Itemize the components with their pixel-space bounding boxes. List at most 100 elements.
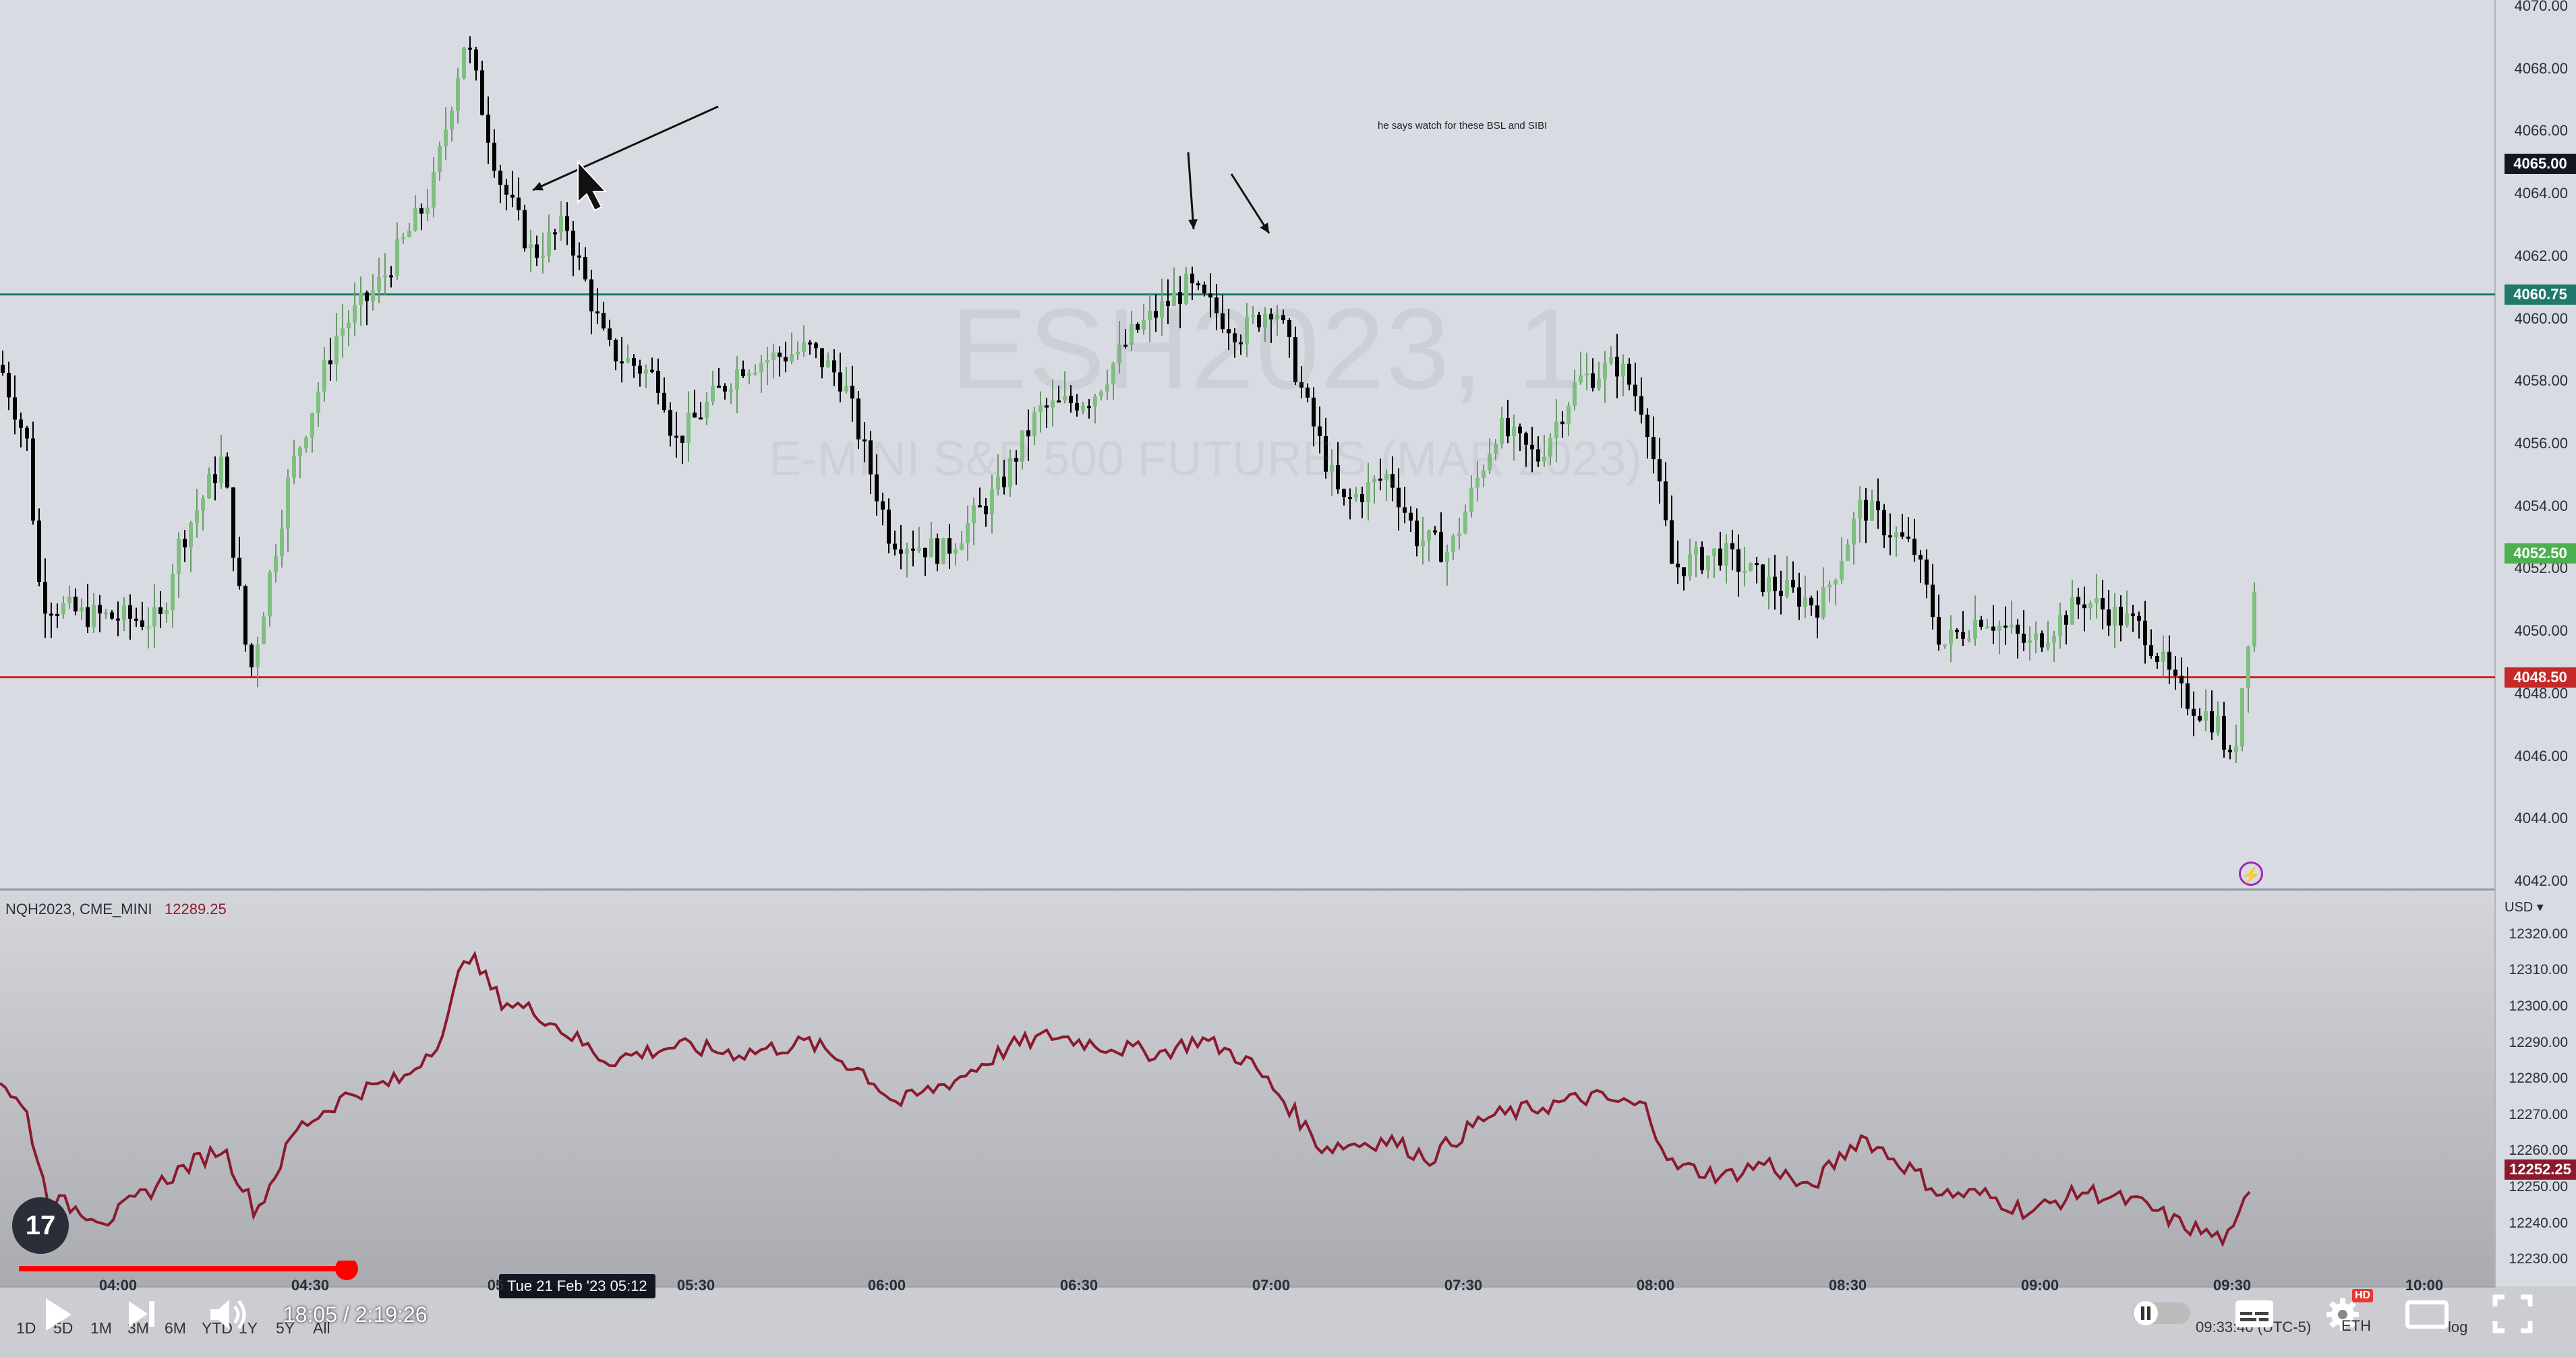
candle-body <box>1773 576 1777 591</box>
candle-body <box>1906 537 1910 539</box>
candle-body <box>1469 487 1473 512</box>
candle-body <box>2222 716 2226 750</box>
candle-body <box>2107 609 2111 626</box>
candle-body <box>899 549 903 554</box>
price-chart[interactable] <box>0 0 2576 1357</box>
price-axis-label: 4044.00 <box>2514 810 2568 827</box>
candle-body <box>1730 543 1734 549</box>
candle-body <box>213 474 217 483</box>
candle-body <box>541 255 545 258</box>
candle-body <box>523 210 527 249</box>
candle-body <box>608 328 612 340</box>
candle-body <box>219 456 223 483</box>
chart-stage[interactable]: ESH2023, 1 E-MINI S&P 500 FUTURES (MAR 2… <box>0 0 2576 1357</box>
candle-body <box>990 489 994 514</box>
candle-body <box>559 216 563 233</box>
candle-body <box>1451 536 1455 552</box>
candle-body <box>881 501 885 510</box>
candle-body <box>2252 591 2256 647</box>
candle-body <box>1858 500 1862 519</box>
candle-body <box>1560 421 1564 425</box>
currency-selector[interactable]: USD ▾ <box>2505 899 2544 915</box>
candle-body <box>1591 373 1595 388</box>
candle-body <box>1876 501 1880 510</box>
candle-body <box>753 372 757 375</box>
candle-body <box>820 348 824 367</box>
candle-body <box>2186 683 2190 709</box>
candle-body <box>1700 547 1704 570</box>
session-label[interactable]: ETH <box>2341 1317 2371 1335</box>
candle-body <box>1815 605 1819 618</box>
candle-body <box>498 171 502 185</box>
chart-annotation: he says watch for these BSL and SIBI <box>1378 120 1548 131</box>
candle-body <box>614 340 618 362</box>
candle-body <box>92 605 96 628</box>
candle-body <box>674 435 678 438</box>
candle-body <box>13 397 17 420</box>
range-button-6m[interactable]: 6M <box>165 1319 186 1337</box>
candle-body <box>784 357 788 362</box>
green-line-price-tag: 4060.75 <box>2505 284 2576 305</box>
price-axis-label: 4060.00 <box>2514 309 2568 327</box>
candle-body <box>1785 580 1789 597</box>
candle-body <box>589 279 593 311</box>
candle-body <box>304 438 308 448</box>
candle-body <box>1397 487 1401 508</box>
candle-body <box>140 620 144 627</box>
candle-body <box>1973 620 1977 639</box>
candle-body <box>250 644 254 668</box>
candle-body <box>426 207 430 214</box>
lower-axis-label: 12280.00 <box>2509 1070 2568 1087</box>
candle-body <box>419 208 423 214</box>
candle-body <box>353 305 357 323</box>
candle-body <box>80 607 84 611</box>
candle-body <box>2034 633 2038 640</box>
price-axis-label: 4054.00 <box>2514 497 2568 514</box>
candle-body <box>1743 570 1747 573</box>
video-progress-bar[interactable] <box>0 1261 378 1288</box>
candle-body <box>1445 551 1449 562</box>
lower-pane-bg <box>0 890 2495 1288</box>
range-button-1d[interactable]: 1D <box>16 1319 36 1337</box>
candle-body <box>1639 396 1643 415</box>
candle-body <box>2113 606 2117 626</box>
lower-axis-label: 12320.00 <box>2509 926 2568 942</box>
candle-body <box>1925 560 1929 585</box>
candle-body <box>583 257 587 280</box>
candle-body <box>941 538 945 564</box>
candle-body <box>371 291 375 301</box>
candle-body <box>2143 620 2147 646</box>
candle-body <box>984 506 988 514</box>
candle-body <box>195 510 199 524</box>
candle-body <box>19 419 23 428</box>
candle-body <box>322 360 326 392</box>
tradingview-logo[interactable]: 17 <box>12 1197 69 1254</box>
candle-body <box>2052 636 2056 643</box>
lightning-icon[interactable]: ⚡ <box>2239 862 2263 886</box>
candle-body <box>535 244 539 258</box>
candle-body <box>1433 530 1437 533</box>
candle-body <box>359 292 363 305</box>
candle-body <box>577 255 581 258</box>
range-button-1m[interactable]: 1M <box>90 1319 112 1337</box>
price-axis-label: 4046.00 <box>2514 747 2568 764</box>
pane-divider[interactable] <box>0 888 2495 891</box>
candle-body <box>1676 564 1680 568</box>
candle-body <box>1779 591 1783 597</box>
candle-body <box>55 613 59 616</box>
candle-body <box>626 358 630 363</box>
candle-body <box>553 232 557 235</box>
candle-body <box>158 607 163 614</box>
candle-body <box>122 605 126 620</box>
candle-body <box>2088 603 2092 609</box>
lower-axis-label: 12310.00 <box>2509 962 2568 978</box>
candle-body <box>1809 597 1813 606</box>
candle-body <box>1870 501 1874 521</box>
candle-body <box>1457 533 1461 537</box>
candle-body <box>978 505 982 508</box>
candle-body <box>638 365 642 374</box>
candle-body <box>231 487 235 558</box>
log-toggle[interactable]: log <box>2448 1319 2467 1336</box>
candle-body <box>778 353 782 357</box>
candle-body <box>2082 604 2086 609</box>
